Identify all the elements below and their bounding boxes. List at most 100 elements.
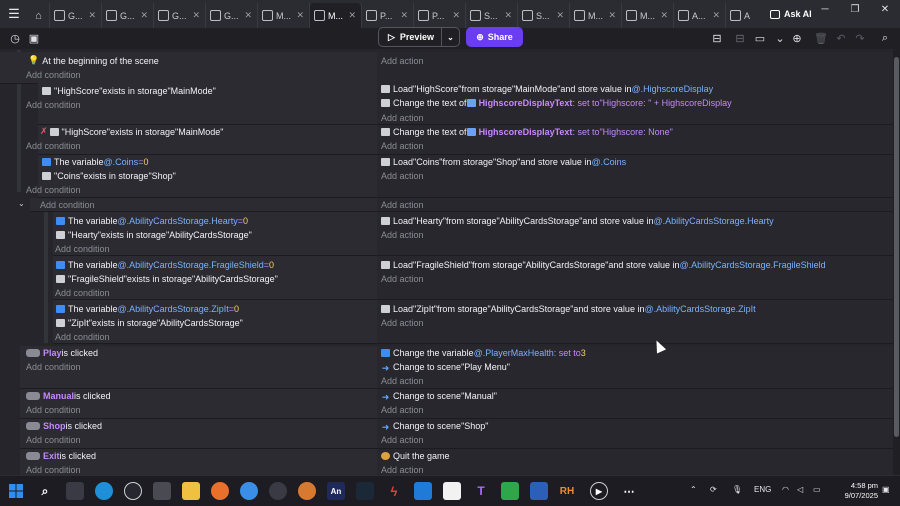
gdevelop-icon[interactable] (124, 482, 142, 500)
action-line[interactable]: Change the variable @.PlayerMaxHealth: s… (381, 346, 586, 359)
add-condition-link[interactable]: Add condition (26, 183, 81, 196)
add-condition-link[interactable]: Add condition (40, 198, 95, 211)
action-line[interactable]: Load "Coins" from storage "Shop" and sto… (381, 155, 626, 168)
add-action-link[interactable]: Add action (381, 228, 424, 241)
condition-line[interactable]: Exit is clicked (26, 449, 96, 462)
app-icon[interactable]: ϟ (385, 482, 403, 500)
add-condition-link[interactable]: Add condition (26, 403, 81, 416)
event-conditions[interactable]: "HighScore" exists in storage "MainMode"… (26, 82, 377, 125)
condition-line[interactable]: "Coins" exists in storage "Shop" (42, 169, 176, 182)
animate-app-icon[interactable]: An (327, 482, 345, 500)
tab-2[interactable]: G... ✕ (154, 3, 206, 28)
chevron-down-icon[interactable]: ⌄ (18, 199, 25, 208)
add-subevent-icon[interactable]: ⊟ (732, 30, 748, 46)
action-line[interactable]: Load "HighScore" from storage "MainMode"… (381, 82, 713, 95)
windows-start-icon[interactable] (7, 482, 25, 500)
action-line[interactable]: Quit the game (381, 449, 450, 462)
task-view-icon[interactable] (66, 482, 84, 500)
add-action-link[interactable]: Add action (381, 54, 424, 67)
event-conditions[interactable]: ✗ "HighScore" exists in storage "MainMode… (26, 125, 377, 155)
condition-line[interactable]: "Hearty" exists in storage "AbilityCards… (56, 228, 252, 241)
app-icon[interactable] (501, 482, 519, 500)
chevron-up-icon[interactable]: ⌃ (690, 485, 697, 494)
close-icon[interactable]: ✕ (400, 10, 408, 21)
project-manager-icon[interactable]: ◷ (7, 30, 23, 46)
search-icon[interactable]: ⌕ (36, 482, 54, 500)
close-icon[interactable]: ✕ (504, 10, 512, 21)
add-action-link[interactable]: Add action (381, 433, 424, 446)
action-line[interactable]: Change the text of HighscoreDisplayText:… (381, 125, 673, 138)
close-window-button[interactable]: ✕ (870, 0, 900, 18)
tab-9[interactable]: S... ✕ (518, 3, 570, 28)
add-action-link[interactable]: Add action (381, 463, 424, 475)
condition-line[interactable]: The variable @.AbilityCardsStorage.ZipIt… (56, 302, 239, 315)
action-line[interactable]: ➜ Change to scene "Manual" (381, 389, 497, 402)
close-icon[interactable]: ✕ (296, 10, 304, 21)
hamburger-menu-icon[interactable]: ☰ (0, 0, 28, 28)
tab-0[interactable]: G... ✕ (50, 3, 102, 28)
preview-main[interactable]: ▷ Preview (379, 28, 442, 46)
add-event-icon[interactable]: ⊟ (709, 30, 725, 46)
tab-home[interactable]: ⌂ (28, 3, 50, 28)
tab-11[interactable]: M... ✕ (622, 3, 674, 28)
condition-line[interactable]: The variable @.AbilityCardsStorage.Heart… (56, 214, 248, 227)
steam-icon[interactable] (356, 482, 374, 500)
add-action-link[interactable]: Add action (381, 374, 424, 387)
add-action-link[interactable]: Add action (381, 272, 424, 285)
battery-icon[interactable]: ▭ (813, 485, 821, 494)
action-line[interactable]: Load "Hearty" from storage "AbilityCards… (381, 214, 774, 227)
active-app-icon[interactable] (269, 482, 287, 500)
add-condition-link[interactable]: Add condition (26, 433, 81, 446)
scrollbar-thumb[interactable] (894, 57, 899, 437)
event-conditions[interactable]: Shop is clicked Add condition (20, 419, 377, 449)
word-icon[interactable] (530, 482, 548, 500)
close-icon[interactable]: ✕ (452, 10, 460, 21)
condition-line[interactable]: The variable @.AbilityCardsStorage.Fragi… (56, 258, 274, 271)
ask-ai-button[interactable]: Ask AI (770, 0, 812, 28)
event-conditions[interactable]: The variable @.Coins = 0 "Coins" exists … (26, 155, 377, 198)
delete-icon[interactable]: 🗑 (813, 30, 829, 46)
close-icon[interactable]: ✕ (88, 10, 96, 21)
minimize-button[interactable]: ─ (810, 0, 840, 18)
event-conditions[interactable]: Play is clicked Add condition (20, 346, 377, 389)
close-icon[interactable]: ✕ (244, 10, 252, 21)
action-line[interactable]: Change the text of HighscoreDisplayText:… (381, 96, 732, 109)
app-icon[interactable]: T (472, 482, 490, 500)
add-condition-link[interactable]: Add condition (55, 242, 110, 255)
wifi-icon[interactable]: ◠ (782, 485, 789, 494)
action-line[interactable]: Load "ZipIt" from storage "AbilityCardsS… (381, 302, 756, 315)
close-icon[interactable]: ✕ (660, 10, 668, 21)
tab-13[interactable]: A (726, 3, 768, 28)
tab-10[interactable]: M... ✕ (570, 3, 622, 28)
edge-browser-icon[interactable] (95, 482, 113, 500)
close-icon[interactable]: ✕ (140, 10, 148, 21)
add-action-link[interactable]: Add action (381, 169, 424, 182)
event-actions[interactable]: Add action (377, 52, 893, 84)
tab-6[interactable]: P... ✕ (362, 3, 414, 28)
event-actions[interactable]: Quit the game Add action (377, 449, 893, 475)
event-actions[interactable]: Change the variable @.PlayerMaxHealth: s… (377, 346, 893, 389)
event-actions[interactable]: Load "ZipIt" from storage "AbilityCardsS… (377, 300, 893, 344)
sync-icon[interactable]: ⟳ (710, 485, 717, 494)
condition-line[interactable]: 💡 At the beginning of the scene (28, 54, 159, 67)
tab-12[interactable]: A... ✕ (674, 3, 726, 28)
add-action-link[interactable]: Add action (381, 198, 424, 211)
action-line[interactable]: Load "FragileShield" from storage "Abili… (381, 258, 826, 271)
tab-1[interactable]: G... ✕ (102, 3, 154, 28)
condition-line[interactable]: The variable @.Coins = 0 (42, 155, 148, 168)
event-actions[interactable]: Load "FragileShield" from storage "Abili… (377, 256, 893, 300)
condition-line[interactable]: "HighScore" exists in storage "MainMode" (42, 84, 216, 97)
add-icon[interactable]: ⊕ (789, 30, 805, 46)
event-conditions[interactable]: The variable @.AbilityCardsStorage.Fragi… (53, 256, 377, 300)
more-icon[interactable]: ⋯ (620, 482, 638, 500)
event-actions[interactable]: Change the text of HighscoreDisplayText:… (377, 125, 893, 155)
event-conditions[interactable]: Exit is clicked Add condition (20, 449, 377, 475)
event-conditions[interactable]: Add condition (30, 198, 377, 212)
add-condition-link[interactable]: Add condition (55, 330, 110, 343)
add-condition-link[interactable]: Add condition (26, 463, 81, 475)
condition-line[interactable]: ✗ "HighScore" exists in storage "MainMode… (40, 125, 223, 138)
clock[interactable]: 4:58 pm 9/07/2025 (832, 481, 878, 501)
condition-line[interactable]: "FragileShield" exists in storage "Abili… (56, 272, 278, 285)
tab-4[interactable]: M... ✕ (258, 3, 310, 28)
maximize-button[interactable]: ❐ (840, 0, 870, 18)
